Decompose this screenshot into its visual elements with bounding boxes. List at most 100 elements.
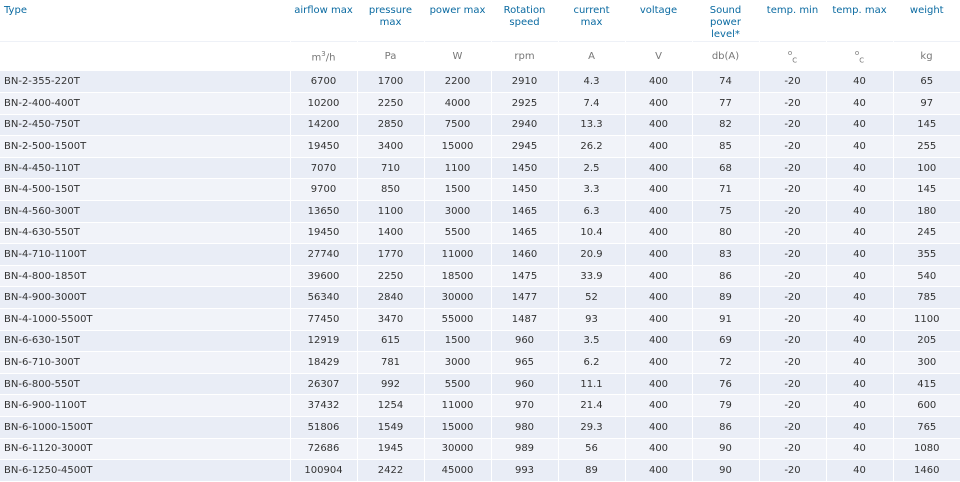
cell-temp-max: 40: [825, 394, 893, 417]
cell-pressure: 1400: [356, 222, 424, 245]
cell-pressure: 1770: [356, 243, 424, 266]
cell-sound: 71: [691, 178, 759, 202]
cell-rotation: 1465: [490, 222, 558, 245]
cell-airflow: 19450: [289, 135, 357, 158]
cell-temp-max: 40: [825, 243, 893, 266]
cell-current: 56: [557, 438, 625, 461]
cell-weight: 255: [892, 135, 960, 158]
table-row: BN-2-450-750T 14200 2850 7500 2940 13.3 400 82-…: [0, 114, 960, 137]
cell-temp-min: -20: [758, 178, 826, 202]
cell-temp-min: -20: [758, 286, 826, 310]
header-weight: weight: [892, 0, 960, 42]
cell-sound: 82: [691, 114, 759, 137]
cell-type: BN-4-630-550T: [0, 222, 290, 245]
cell-rotation: 970: [490, 394, 558, 417]
cell-temp-min: -20: [758, 265, 826, 288]
cell-weight: 300: [892, 351, 960, 374]
cell-pressure: 2850: [356, 114, 424, 137]
cell-rotation: 2940: [490, 114, 558, 137]
cell-airflow: 39600: [289, 265, 357, 288]
cell-power: 1500: [423, 330, 491, 353]
cell-airflow: 13650: [289, 200, 357, 223]
cell-airflow: 7070: [289, 157, 357, 180]
cell-current: 20.9: [557, 243, 625, 266]
cell-sound: 83: [691, 243, 759, 266]
cell-current: 26.2: [557, 135, 625, 158]
cell-power: 30000: [423, 286, 491, 310]
table-row: BN-4-560-300T 13650 1100 3000 1465 6.3 400 75 -2…: [0, 200, 960, 223]
unit-airflow: m3/h: [290, 41, 357, 71]
cell-type: BN-6-630-150T: [0, 330, 290, 353]
cell-pressure: 3400: [356, 135, 424, 158]
cell-type: BN-2-355-220T: [0, 71, 290, 94]
cell-power: 4000: [423, 92, 491, 115]
cell-voltage: 400: [624, 308, 692, 331]
cell-airflow: 77450: [289, 308, 357, 331]
cell-temp-max: 40: [825, 330, 893, 353]
unit-temp-max: oC: [826, 41, 893, 71]
cell-weight: 765: [892, 416, 960, 439]
unit-weight: kg: [893, 41, 960, 71]
cell-temp-max: 40: [825, 416, 893, 439]
cell-temp-min: -20: [758, 459, 826, 482]
cell-current: 6.2: [557, 351, 625, 374]
table-row: BN-6-1250-4500T 100904 2422 45000 993 89 400 90…: [0, 459, 960, 482]
cell-temp-max: 40: [825, 286, 893, 310]
table-row: BN-2-355-220T 6700 1700 2200 2910 4.3 400 74 -20…: [0, 71, 960, 94]
cell-pressure: 2840: [356, 286, 424, 310]
cell-airflow: 12919: [289, 330, 357, 353]
cell-voltage: 400: [624, 222, 692, 245]
cell-temp-min: -20: [758, 416, 826, 439]
cell-sound: 74: [691, 71, 759, 94]
cell-type: BN-2-500-1500T: [0, 135, 290, 158]
cell-voltage: 400: [624, 265, 692, 288]
cell-weight: 415: [892, 373, 960, 396]
cell-pressure: 2250: [356, 265, 424, 288]
cell-power: 1500: [423, 178, 491, 202]
cell-voltage: 400: [624, 438, 692, 461]
cell-sound: 79: [691, 394, 759, 417]
cell-voltage: 400: [624, 157, 692, 180]
cell-sound: 86: [691, 416, 759, 439]
cell-rotation: 2925: [490, 92, 558, 115]
header-sound: Sound power level*: [691, 0, 759, 42]
cell-pressure: 781: [356, 351, 424, 374]
cell-current: 21.4: [557, 394, 625, 417]
table-row: BN-6-800-550T 26307 992 5500 960 11.1 400 76 -20…: [0, 373, 960, 396]
cell-pressure: 1945: [356, 438, 424, 461]
cell-type: BN-6-1250-4500T: [0, 459, 290, 482]
cell-rotation: 1475: [490, 265, 558, 288]
cell-pressure: 1700: [356, 71, 424, 94]
cell-type: BN-4-710-1100T: [0, 243, 290, 266]
cell-airflow: 56340: [289, 286, 357, 310]
cell-rotation: 993: [490, 459, 558, 482]
cell-rotation: 1460: [490, 243, 558, 266]
cell-voltage: 400: [624, 373, 692, 396]
cell-pressure: 615: [356, 330, 424, 353]
cell-power: 3000: [423, 351, 491, 374]
unit-sound: db(A): [692, 41, 759, 71]
cell-rotation: 1465: [490, 200, 558, 223]
cell-temp-min: -20: [758, 351, 826, 374]
cell-current: 89: [557, 459, 625, 482]
unit-power: W: [424, 41, 491, 71]
cell-type: BN-2-450-750T: [0, 114, 290, 137]
cell-airflow: 37432: [289, 394, 357, 417]
cell-temp-max: 40: [825, 200, 893, 223]
table-body: BN-2-355-220T 6700 1700 2200 2910 4.3 400 74 -20…: [0, 71, 960, 482]
cell-power: 18500: [423, 265, 491, 288]
unit-type: [0, 41, 290, 71]
cell-weight: 100: [892, 157, 960, 180]
cell-rotation: 965: [490, 351, 558, 374]
cell-weight: 540: [892, 265, 960, 288]
cell-power: 15000: [423, 416, 491, 439]
cell-rotation: 1477: [490, 286, 558, 310]
header-temp-max: temp. max: [825, 0, 893, 42]
cell-rotation: 960: [490, 373, 558, 396]
table-header: Type airflow max pressure max power max …: [0, 0, 960, 71]
cell-voltage: 400: [624, 114, 692, 137]
cell-temp-max: 40: [825, 114, 893, 137]
unit-rotation: rpm: [491, 41, 558, 71]
cell-power: 55000: [423, 308, 491, 331]
cell-rotation: 1450: [490, 157, 558, 180]
